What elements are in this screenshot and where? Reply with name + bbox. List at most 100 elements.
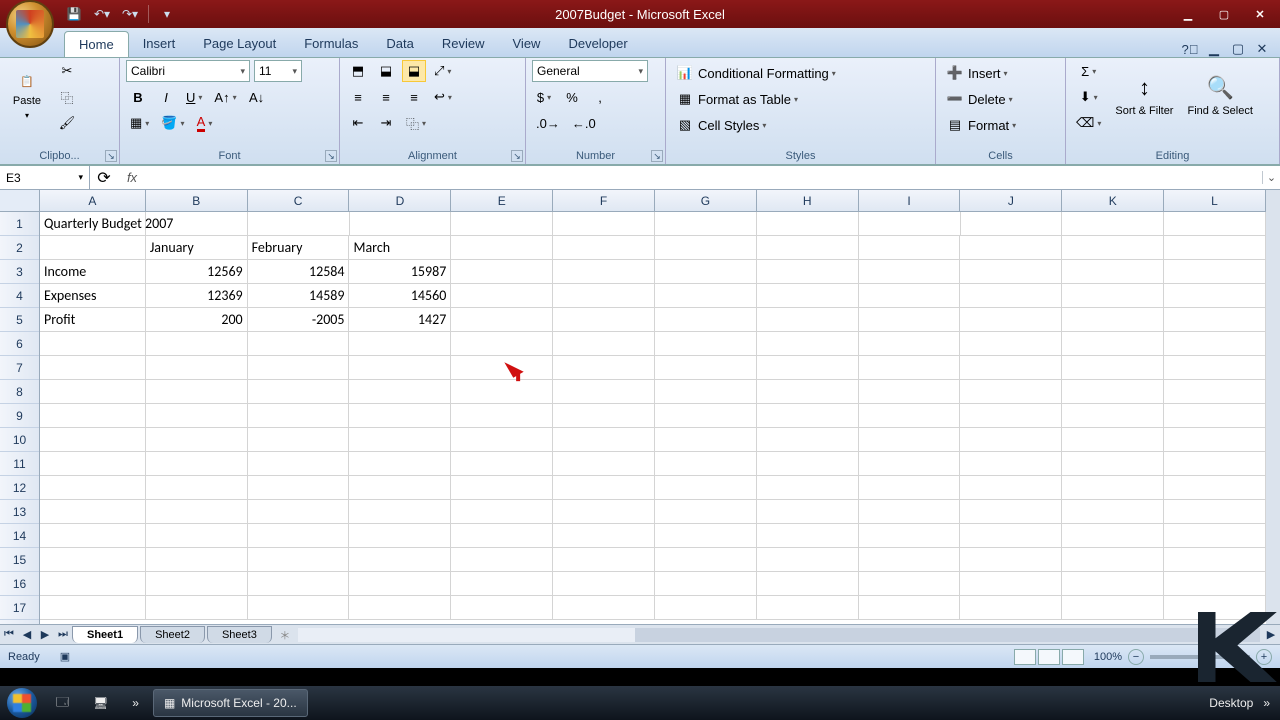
- clipboard-dialog-launcher[interactable]: ↘: [105, 150, 117, 162]
- row-header[interactable]: 6: [0, 332, 39, 356]
- cell-H10[interactable]: [757, 428, 859, 451]
- cell-L5[interactable]: [1164, 308, 1266, 331]
- cell-A10[interactable]: [40, 428, 146, 451]
- page-layout-view-button[interactable]: [1038, 649, 1060, 665]
- cell-I10[interactable]: [859, 428, 961, 451]
- quicklaunch-desktop[interactable]: 🖥: [83, 689, 118, 717]
- cell-G16[interactable]: [655, 572, 757, 595]
- cell-C15[interactable]: [248, 548, 350, 571]
- cell-D4[interactable]: 14560: [349, 284, 451, 307]
- cell-J9[interactable]: [960, 404, 1062, 427]
- delete-cells-button[interactable]: ➖ Delete: [942, 88, 1050, 110]
- save-icon[interactable]: 💾: [64, 4, 84, 24]
- doc-close-icon[interactable]: ✕: [1254, 41, 1270, 57]
- cell-F8[interactable]: [553, 380, 655, 403]
- cell-K12[interactable]: [1062, 476, 1164, 499]
- align-top-button[interactable]: ⬒: [346, 60, 370, 82]
- borders-button[interactable]: ▦: [126, 112, 153, 134]
- sheet-nav-first[interactable]: ⏮: [0, 628, 18, 641]
- cell-A5[interactable]: Profit: [40, 308, 146, 331]
- currency-button[interactable]: $: [532, 86, 556, 108]
- cell-G1[interactable]: [655, 212, 757, 235]
- sheet-tab-sheet1[interactable]: Sheet1: [72, 626, 138, 643]
- cell-I11[interactable]: [859, 452, 961, 475]
- cell-L11[interactable]: [1164, 452, 1266, 475]
- align-left-button[interactable]: ≡: [346, 86, 370, 108]
- quicklaunch-explorer[interactable]: 🗔: [46, 689, 79, 717]
- cell-B13[interactable]: [146, 500, 248, 523]
- cell-B14[interactable]: [146, 524, 248, 547]
- decrease-indent-button[interactable]: ⇤: [346, 112, 370, 134]
- cell-D16[interactable]: [349, 572, 451, 595]
- cell-J17[interactable]: [960, 596, 1062, 619]
- bold-button[interactable]: B: [126, 86, 150, 108]
- cell-F17[interactable]: [553, 596, 655, 619]
- cell-C1[interactable]: [248, 212, 350, 235]
- cell-K7[interactable]: [1062, 356, 1164, 379]
- cell-G15[interactable]: [655, 548, 757, 571]
- cell-A15[interactable]: [40, 548, 146, 571]
- tab-home[interactable]: Home: [64, 31, 129, 57]
- cell-E4[interactable]: [451, 284, 553, 307]
- cell-B8[interactable]: [146, 380, 248, 403]
- cell-E3[interactable]: [451, 260, 553, 283]
- cell-H3[interactable]: [757, 260, 859, 283]
- cell-L6[interactable]: [1164, 332, 1266, 355]
- cell-J10[interactable]: [960, 428, 1062, 451]
- cell-K9[interactable]: [1062, 404, 1164, 427]
- cell-G11[interactable]: [655, 452, 757, 475]
- cell-C11[interactable]: [248, 452, 350, 475]
- decrease-decimal-button[interactable]: ←.0: [568, 112, 600, 134]
- expand-formula-bar-icon[interactable]: ⌄: [1262, 171, 1280, 184]
- cell-E7[interactable]: [451, 356, 553, 379]
- cell-E5[interactable]: [451, 308, 553, 331]
- column-header[interactable]: F: [553, 190, 655, 211]
- cell-B4[interactable]: 12369: [146, 284, 248, 307]
- column-header[interactable]: A: [40, 190, 146, 211]
- cell-A4[interactable]: Expenses: [40, 284, 146, 307]
- conditional-formatting-button[interactable]: 📊 Conditional Formatting: [672, 62, 912, 84]
- cell-K15[interactable]: [1062, 548, 1164, 571]
- cell-H7[interactable]: [757, 356, 859, 379]
- cell-L15[interactable]: [1164, 548, 1266, 571]
- merge-button[interactable]: ⿻: [402, 112, 430, 134]
- formula-input[interactable]: [146, 166, 1262, 189]
- row-header[interactable]: 4: [0, 284, 39, 308]
- sheet-tab-sheet3[interactable]: Sheet3: [207, 626, 272, 643]
- font-dialog-launcher[interactable]: ↘: [325, 150, 337, 162]
- cell-L3[interactable]: [1164, 260, 1266, 283]
- cell-C5[interactable]: -2005: [248, 308, 350, 331]
- cell-G13[interactable]: [655, 500, 757, 523]
- cell-K14[interactable]: [1062, 524, 1164, 547]
- column-header[interactable]: I: [859, 190, 961, 211]
- cell-B12[interactable]: [146, 476, 248, 499]
- cell-I12[interactable]: [859, 476, 961, 499]
- zoom-out-button[interactable]: −: [1128, 649, 1144, 665]
- doc-restore-icon[interactable]: ▢: [1230, 41, 1246, 57]
- tray-expand-icon[interactable]: »: [1263, 696, 1270, 710]
- cell-H5[interactable]: [757, 308, 859, 331]
- row-header[interactable]: 2: [0, 236, 39, 260]
- cells-area[interactable]: Quarterly Budget 2007JanuaryFebruaryMarc…: [40, 212, 1266, 624]
- redo-icon[interactable]: ↷▾: [120, 4, 140, 24]
- number-dialog-launcher[interactable]: ↘: [651, 150, 663, 162]
- cell-L13[interactable]: [1164, 500, 1266, 523]
- cell-D2[interactable]: March: [349, 236, 451, 259]
- cell-C16[interactable]: [248, 572, 350, 595]
- cell-C6[interactable]: [248, 332, 350, 355]
- cell-A7[interactable]: [40, 356, 146, 379]
- percent-button[interactable]: %: [560, 86, 584, 108]
- cell-K6[interactable]: [1062, 332, 1164, 355]
- cell-B17[interactable]: [146, 596, 248, 619]
- cell-J12[interactable]: [960, 476, 1062, 499]
- cell-B10[interactable]: [146, 428, 248, 451]
- cell-K10[interactable]: [1062, 428, 1164, 451]
- font-size-combo[interactable]: 11: [254, 60, 302, 82]
- cell-F14[interactable]: [553, 524, 655, 547]
- cell-K3[interactable]: [1062, 260, 1164, 283]
- cell-G9[interactable]: [655, 404, 757, 427]
- sheet-nav-prev[interactable]: ◀: [18, 628, 36, 641]
- cell-D3[interactable]: 15987: [349, 260, 451, 283]
- cell-A13[interactable]: [40, 500, 146, 523]
- cell-L10[interactable]: [1164, 428, 1266, 451]
